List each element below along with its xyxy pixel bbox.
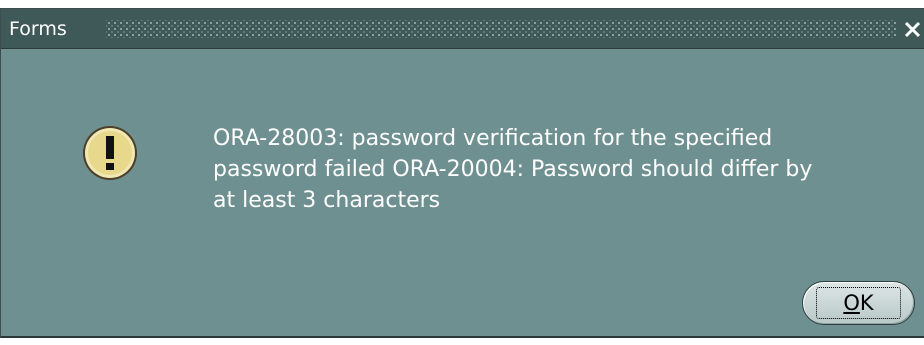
title-bar-pattern (106, 20, 897, 38)
close-icon (904, 21, 921, 38)
warning-exclamation-icon (83, 126, 137, 180)
window-title: Forms (9, 18, 67, 40)
forms-alert-dialog: Forms ORA-28003: password verification f… (0, 8, 924, 338)
title-bar[interactable]: Forms (1, 9, 924, 49)
ok-button[interactable]: OK (802, 281, 915, 325)
close-button[interactable] (901, 17, 924, 41)
error-message-text: ORA-28003: password verification for the… (213, 126, 813, 213)
ok-mnemonic-letter: O (843, 291, 860, 315)
ok-label-rest: K (859, 291, 874, 315)
ok-button-label: OK (816, 287, 901, 319)
